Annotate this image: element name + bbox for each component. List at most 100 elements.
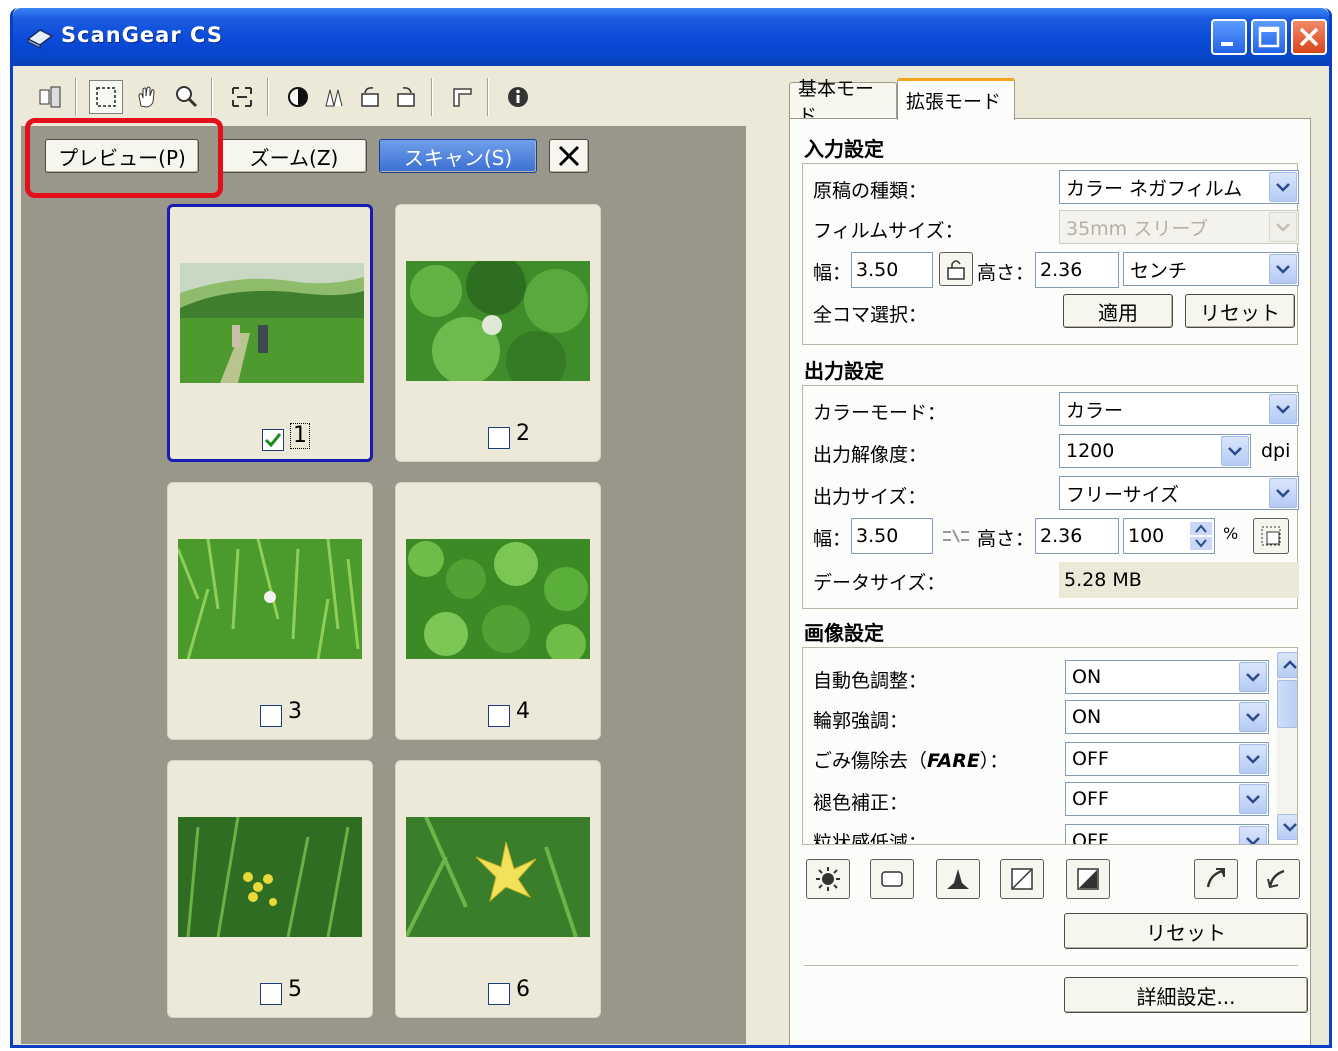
resolution-select[interactable]: 1200 [1059, 434, 1251, 468]
fading-correction-select[interactable]: OFF [1065, 782, 1269, 816]
link-chain-icon [943, 529, 969, 543]
tab-advanced-mode[interactable]: 拡張モード [897, 78, 1015, 120]
aspect-lock-button[interactable] [939, 252, 973, 286]
chevron-down-icon[interactable] [1239, 826, 1267, 844]
film-frame-3[interactable]: 3 [167, 482, 373, 740]
histogram-button[interactable] [870, 859, 914, 899]
chevron-down-icon[interactable] [1269, 172, 1297, 202]
frame-checkbox[interactable] [488, 427, 510, 449]
maximize-button[interactable] [1251, 19, 1287, 55]
mirror-icon[interactable] [317, 80, 351, 114]
frame-photo [178, 539, 362, 659]
input-height-field[interactable]: 2.36 [1035, 252, 1119, 288]
unit-select[interactable]: センチ [1123, 252, 1299, 286]
title-bar[interactable]: ScanGear CS [13, 8, 1329, 66]
frame-number: 4 [516, 699, 530, 724]
crop-select-icon[interactable] [89, 80, 123, 114]
chevron-down-icon[interactable] [1269, 394, 1297, 424]
resolution-value: 1200 [1066, 440, 1115, 462]
chevron-down-icon[interactable] [1239, 784, 1267, 814]
spin-down-icon[interactable] [1190, 537, 1212, 550]
resolution-label: 出力解像度： [813, 444, 928, 466]
image-settings-scrollbar[interactable] [1277, 652, 1297, 840]
doc-type-value: カラー ネガフィルム [1066, 177, 1243, 200]
film-frame-2[interactable]: 2 [395, 204, 601, 462]
output-width-field[interactable]: 3.50 [851, 518, 933, 554]
doc-type-select[interactable]: カラー ネガフィルム [1059, 170, 1299, 204]
frame-checkbox[interactable] [488, 705, 510, 727]
color-mode-select[interactable]: カラー [1059, 392, 1299, 426]
output-size-select[interactable]: フリーサイズ [1059, 476, 1299, 510]
chevron-down-icon[interactable] [1269, 254, 1297, 284]
film-frame-1[interactable]: 1 [167, 204, 373, 462]
preview-button-highlight [25, 118, 223, 198]
frame-checkbox[interactable] [262, 429, 284, 451]
color-mode-value: カラー [1066, 399, 1124, 422]
fit-frame-icon [1261, 526, 1281, 546]
zoom-button[interactable]: ズーム(Z) [221, 139, 367, 173]
levels-button[interactable] [936, 859, 980, 899]
frame-checkbox[interactable] [488, 983, 510, 1005]
scanner-app-icon [26, 29, 54, 49]
film-frame-4[interactable]: 4 [395, 482, 601, 740]
input-width-field[interactable]: 3.50 [851, 252, 933, 288]
preview-area[interactable] [21, 126, 746, 1044]
auto-color-select[interactable]: ON [1065, 660, 1269, 694]
grain-correction-select[interactable]: OFF [1065, 824, 1269, 844]
rotate-left-icon[interactable] [353, 80, 387, 114]
doc-type-label: 原稿の種類： [813, 180, 928, 202]
invert-color-icon[interactable] [281, 80, 315, 114]
frame-photo [406, 539, 590, 659]
clear-button[interactable] [549, 139, 589, 173]
chevron-down-icon[interactable] [1239, 662, 1267, 692]
rotate-right-icon[interactable] [389, 80, 423, 114]
image-reset-button[interactable]: リセット [1064, 913, 1308, 949]
film-frame-5[interactable]: 5 [167, 760, 373, 1018]
input-width-label: 幅： [813, 262, 852, 284]
scroll-thumb[interactable] [1277, 680, 1297, 728]
thumbnail-toggle-icon[interactable] [33, 80, 67, 114]
frame-number: 5 [288, 977, 302, 1002]
scan-button[interactable]: スキャン(S) [379, 139, 537, 173]
dust-removal-select[interactable]: OFF [1065, 742, 1269, 776]
chevron-down-icon[interactable] [1239, 702, 1267, 732]
chevron-down-icon[interactable] [1269, 478, 1297, 508]
scroll-up-icon[interactable] [1277, 652, 1297, 678]
frame-checkbox[interactable] [260, 705, 282, 727]
unsharp-mask-select[interactable]: ON [1065, 700, 1269, 734]
final-review-icon [1077, 868, 1099, 890]
load-settings-button[interactable] [1256, 859, 1300, 899]
auto-color-value: ON [1072, 666, 1102, 688]
final-review-button[interactable] [1066, 859, 1110, 899]
details-button[interactable]: 詳細設定... [1064, 977, 1308, 1013]
auto-crop-icon[interactable] [225, 80, 259, 114]
chevron-down-icon[interactable] [1239, 744, 1267, 774]
apply-button[interactable]: 適用 [1063, 294, 1173, 328]
tone-curve-button[interactable] [1000, 859, 1044, 899]
tab-basic-mode[interactable]: 基本モード [789, 78, 897, 127]
unsharp-mask-label: 輪郭強調： [813, 710, 909, 732]
frame-number: 1 [290, 423, 310, 449]
save-settings-button[interactable] [1194, 859, 1238, 899]
brightness-button[interactable] [806, 859, 850, 899]
frame-checkbox[interactable] [260, 983, 282, 1005]
output-height-field[interactable]: 2.36 [1035, 518, 1119, 554]
grain-correction-label: 粒状感低減： [813, 832, 928, 845]
spin-up-icon[interactable] [1190, 522, 1212, 535]
input-reset-button[interactable]: リセット [1185, 294, 1295, 328]
scroll-down-icon[interactable] [1277, 814, 1297, 840]
advanced-mode-panel: 入力設定 原稿の種類： カラー ネガフィルム フィルムサイズ： 35mm スリー… [789, 118, 1311, 1045]
zoom-magnifier-icon[interactable] [169, 80, 203, 114]
fit-size-button[interactable] [1253, 518, 1289, 554]
film-frame-6[interactable]: 6 [395, 760, 601, 1018]
frame-photo [406, 817, 590, 937]
info-icon[interactable] [501, 80, 535, 114]
scale-field[interactable]: 100 [1123, 518, 1215, 554]
output-size-value: フリーサイズ [1066, 483, 1180, 506]
close-window-button[interactable] [1291, 19, 1327, 55]
scale-spinner[interactable] [1190, 522, 1212, 550]
ruler-icon[interactable] [445, 80, 479, 114]
chevron-down-icon[interactable] [1221, 436, 1249, 466]
hand-move-icon[interactable] [129, 80, 163, 114]
minimize-button[interactable] [1211, 19, 1247, 55]
